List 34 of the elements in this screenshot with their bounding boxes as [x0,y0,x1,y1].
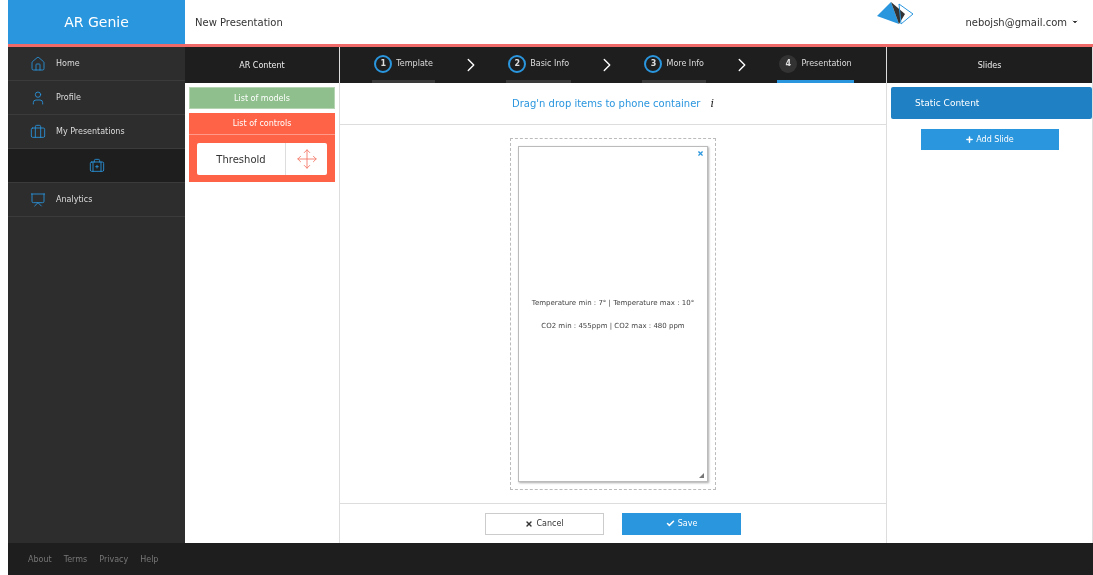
home-icon [30,55,46,72]
cancel-button[interactable]: Cancel [485,512,604,535]
step-tab[interactable]: 4 Presentation [777,47,854,83]
close-icon [525,519,534,528]
step-tab[interactable]: 1 Template [372,47,435,83]
resize-handle-icon[interactable] [699,473,704,478]
caret-icon [1071,18,1079,26]
close-icon[interactable] [697,150,704,157]
footer-link[interactable]: Privacy [99,554,129,564]
user-menu[interactable]: nebojsh@gmail.com [965,0,1093,44]
slide-item[interactable]: Static Content [891,87,1092,119]
hint-text: Drag'n drop items to phone container [512,98,701,109]
control-label: Threshold [215,152,267,167]
control-card[interactable]: Threshold [197,143,327,175]
app-title: AR Genie [8,0,185,44]
footer-link[interactable]: About [28,554,52,564]
footer-link[interactable]: Help [140,554,159,564]
step-tab[interactable]: 3 More Info [642,47,706,83]
move-icon[interactable] [295,148,318,170]
plus-icon [965,135,975,144]
pyramid-logo-icon [875,0,916,28]
chart-board-icon [30,191,46,208]
sidebar-item[interactable]: Analytics [8,183,185,217]
step-tab[interactable]: 2 Basic Info [506,47,572,83]
briefcase-icon [30,123,46,140]
sidebar-item[interactable]: Profile [8,81,185,115]
info-icon[interactable]: i [710,97,714,110]
footer-link[interactable]: Terms [63,554,88,564]
check-icon [665,519,675,528]
add-briefcase-icon [88,157,105,174]
panel-title: AR Content [185,47,339,83]
panel-title: Slides [887,47,1092,83]
user-icon [30,89,46,106]
page-title: New Presentation [194,15,284,30]
